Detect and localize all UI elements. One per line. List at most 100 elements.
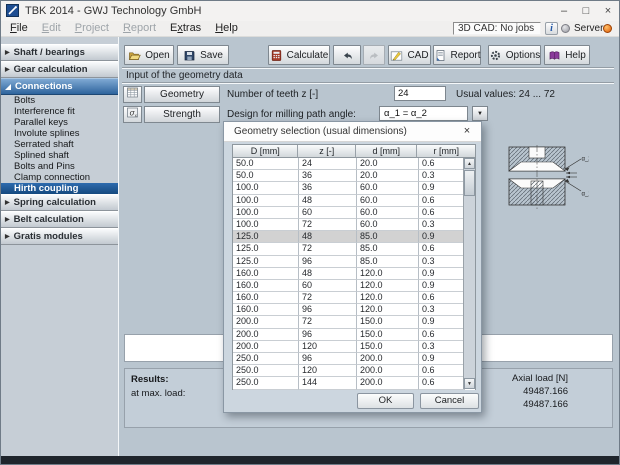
minimize-button[interactable]: – (553, 1, 575, 21)
table-row[interactable]: 100.04860.00.6 (233, 195, 475, 207)
column-header-r-mm[interactable]: r [mm] (417, 145, 475, 158)
sidebar-section-shaft-bearings[interactable]: ▶Shaft / bearings (1, 44, 118, 61)
scroll-down-icon[interactable]: ▼ (464, 378, 475, 389)
table-cell: 0.6 (419, 292, 465, 304)
sidebar-item-splined-shaft[interactable]: Splined shaft (1, 150, 118, 161)
strength-tab-button[interactable]: Strength (144, 106, 220, 123)
table-cell: 150.0 (357, 316, 419, 328)
open-button[interactable]: Open (124, 45, 174, 65)
close-button[interactable]: × (597, 1, 619, 21)
table-row[interactable]: 250.0144200.00.6 (233, 377, 475, 389)
table-row[interactable]: 160.048120.00.9 (233, 268, 475, 280)
collapsed-arrow-icon: ▶ (5, 200, 10, 206)
table-row[interactable]: 125.07285.00.6 (233, 243, 475, 255)
table-cell: 0.9 (419, 353, 465, 365)
sidebar-section-connections[interactable]: Connections (1, 78, 118, 95)
calculate-button[interactable]: Calculate (268, 45, 330, 65)
table-cell: 160.0 (233, 280, 299, 292)
options-button[interactable]: Options (488, 45, 541, 65)
sidebar-section-belt-calculation[interactable]: ▶Belt calculation (1, 211, 118, 228)
geometry-selection-dialog: Geometry selection (usual dimensions) × … (223, 121, 482, 413)
table-cell: 120 (299, 341, 357, 353)
column-header-d-mm[interactable]: D [mm] (233, 145, 298, 158)
table-row[interactable]: 125.09685.00.3 (233, 256, 475, 268)
report-button[interactable]: Report (433, 45, 481, 65)
menu-file[interactable]: File (3, 21, 35, 37)
table-row[interactable]: 100.03660.00.9 (233, 182, 475, 194)
collapsed-arrow-icon: ▶ (5, 50, 10, 56)
cad-button[interactable]: CAD (388, 45, 431, 65)
help-icon (548, 49, 561, 62)
sidebar-item-interference-fit[interactable]: Interference fit (1, 106, 118, 117)
sidebar-section-gratis-modules[interactable]: ▶Gratis modules (1, 228, 118, 245)
sigma-icon: σx (126, 106, 139, 124)
table-scrollbar[interactable]: ▲ ▼ (463, 158, 475, 389)
teeth-input[interactable]: 24 (394, 86, 446, 101)
table-row[interactable]: 100.07260.00.3 (233, 219, 475, 231)
scrollbar-thumb[interactable] (464, 170, 475, 196)
app-logo-icon (6, 4, 19, 17)
dialog-close-icon[interactable]: × (459, 122, 475, 141)
milling-label: Design for milling path angle: (227, 109, 356, 120)
table-cell: 60.0 (357, 207, 419, 219)
table-row[interactable]: 250.096200.00.9 (233, 353, 475, 365)
table-cell: 0.3 (419, 341, 465, 353)
table-cell: 0.3 (419, 219, 465, 231)
sidebar-item-hirth-coupling[interactable]: Hirth coupling (1, 183, 118, 194)
table-cell: 60.0 (357, 182, 419, 194)
sidebar-section-spring-calculation[interactable]: ▶Spring calculation (1, 194, 118, 211)
geometry-tab-button[interactable]: Geometry (144, 86, 220, 103)
table-row[interactable]: 160.096120.00.3 (233, 304, 475, 316)
table-cell: 0.9 (419, 268, 465, 280)
table-row[interactable]: 200.096150.00.6 (233, 329, 475, 341)
alpha1-label: α_1 (582, 192, 590, 198)
milling-select[interactable]: α_1 = α_2 (379, 106, 468, 121)
geometry-icon-button[interactable] (123, 86, 142, 103)
sidebar-item-bolts[interactable]: Bolts (1, 95, 118, 106)
table-cell: 200.0 (357, 353, 419, 365)
table-row[interactable]: 50.03620.00.3 (233, 170, 475, 182)
undo-button[interactable] (333, 45, 361, 65)
table-cell: 48 (299, 231, 357, 243)
sidebar-item-clamp-connection[interactable]: Clamp connection (1, 172, 118, 183)
results-row-label: at max. load: (131, 388, 185, 399)
table-row[interactable]: 250.0120200.00.6 (233, 365, 475, 377)
sidebar-item-bolts-and-pins[interactable]: Bolts and Pins (1, 161, 118, 172)
sidebar-item-involute-splines[interactable]: Involute splines (1, 128, 118, 139)
scroll-up-icon[interactable]: ▲ (464, 158, 475, 169)
table-cell: 96 (299, 353, 357, 365)
redo-button[interactable] (363, 45, 385, 65)
table-cell: 60 (299, 207, 357, 219)
sidebar-item-parallel-keys[interactable]: Parallel keys (1, 117, 118, 128)
chevron-down-icon[interactable]: ▼ (472, 106, 488, 121)
toolbar-button-label: Open (145, 50, 169, 61)
table-row[interactable]: 125.04885.00.9 (233, 231, 475, 243)
server-label: Server: (574, 23, 606, 34)
table-cell: 20.0 (357, 170, 419, 182)
toolbar-button-label: Report (451, 50, 481, 61)
toolbar-button-label: CAD (407, 50, 428, 61)
strength-icon-button[interactable]: σx (123, 106, 142, 123)
table-row[interactable]: 160.072120.00.6 (233, 292, 475, 304)
ok-button[interactable]: OK (357, 393, 414, 409)
table-row[interactable]: 50.02420.00.6 (233, 158, 475, 170)
server-status-icon (603, 24, 612, 33)
menu-extras[interactable]: Extras (163, 21, 208, 37)
column-header-d-mm[interactable]: d [mm] (356, 145, 418, 158)
sidebar-item-serrated-shaft[interactable]: Serrated shaft (1, 139, 118, 150)
table-row[interactable]: 200.0120150.00.3 (233, 341, 475, 353)
table-row[interactable]: 160.060120.00.9 (233, 280, 475, 292)
table-row[interactable]: 200.072150.00.9 (233, 316, 475, 328)
help-button[interactable]: Help (544, 45, 590, 65)
info-button[interactable]: i (545, 22, 558, 35)
column-header-z[interactable]: z [-] (298, 145, 356, 158)
menu-help[interactable]: Help (208, 21, 245, 37)
table-cell: 60.0 (357, 195, 419, 207)
report-icon (434, 49, 447, 62)
maximize-button[interactable]: □ (575, 1, 597, 21)
sidebar-section-gear-calculation[interactable]: ▶Gear calculation (1, 61, 118, 78)
save-button[interactable]: Save (177, 45, 229, 65)
collapsed-arrow-icon: ▶ (5, 234, 10, 240)
table-row[interactable]: 100.06060.00.6 (233, 207, 475, 219)
cancel-button[interactable]: Cancel (420, 393, 479, 409)
